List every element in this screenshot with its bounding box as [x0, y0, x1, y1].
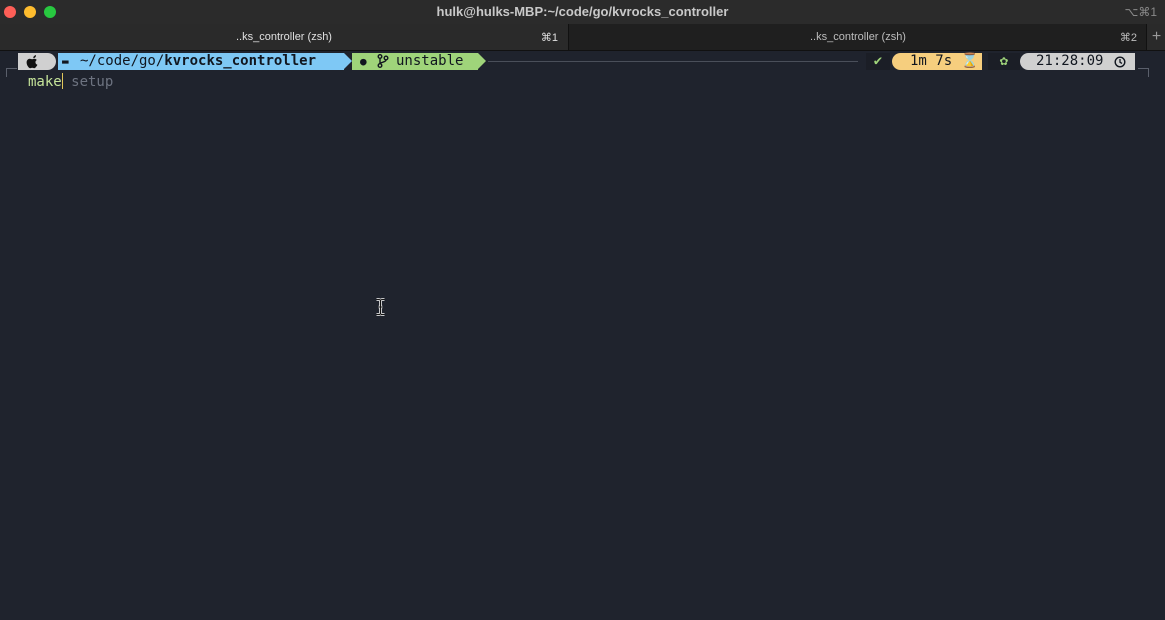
prompt-frame-left	[6, 68, 17, 77]
directory-segment: ▬ ~/code/go/kvrocks_controller	[58, 53, 344, 70]
window-title: hulk@hulks-MBP:~/code/go/kvrocks_control…	[436, 4, 729, 19]
directory-segment-arrow	[344, 53, 352, 69]
window-shortcut: ⌥⌘1	[1124, 5, 1157, 19]
git-segment: ● unstable	[352, 53, 478, 70]
git-branch-name: unstable	[396, 53, 464, 69]
title-bar: hulk@hulks-MBP:~/code/go/kvrocks_control…	[0, 0, 1165, 24]
prompt-frame-right	[1138, 68, 1149, 77]
tab-2[interactable]: ..ks_controller (zsh) ⌘2	[568, 24, 1147, 50]
prompt-filler-line	[488, 61, 858, 62]
exit-status-segment: ✔	[866, 53, 890, 70]
os-segment	[18, 53, 56, 70]
folder-icon: ▬	[62, 55, 69, 68]
command-line[interactable]: make setup	[28, 73, 113, 90]
hourglass-icon: ⌛	[961, 53, 979, 69]
tab-label: ..ks_controller (zsh)	[236, 31, 332, 43]
current-time: 21:28:09	[1036, 53, 1104, 69]
directory-prefix: ~/code/go/	[80, 53, 165, 69]
check-icon: ✔	[873, 53, 883, 69]
apple-icon	[26, 55, 38, 69]
typed-command: make	[28, 74, 62, 90]
tab-1[interactable]: ..ks_controller (zsh) ⌘1	[0, 24, 568, 50]
clock-icon	[1114, 56, 1126, 68]
tab-bar: ..ks_controller (zsh) ⌘1 ..ks_controller…	[0, 24, 1165, 51]
text-cursor-icon	[376, 298, 385, 316]
time-segment: 21:28:09	[1020, 53, 1135, 70]
command-duration: 1m 7s	[910, 53, 953, 69]
autosuggestion: setup	[62, 74, 114, 90]
tab-label: ..ks_controller (zsh)	[810, 31, 906, 43]
gear-icon: ✿	[999, 53, 1009, 69]
directory-name: kvrocks_controller	[164, 53, 317, 69]
git-branch-icon	[377, 54, 389, 68]
current-directory: ~/code/go/kvrocks_controller	[80, 53, 316, 70]
git-segment-arrow	[478, 53, 486, 69]
new-tab-button[interactable]: +	[1146, 24, 1165, 50]
tab-shortcut: ⌘1	[540, 32, 558, 44]
tab-shortcut: ⌘2	[1119, 32, 1137, 44]
context-segment: ✿	[988, 53, 1020, 70]
github-icon: ●	[360, 55, 367, 68]
duration-segment: 1m 7s ⌛	[892, 53, 982, 70]
